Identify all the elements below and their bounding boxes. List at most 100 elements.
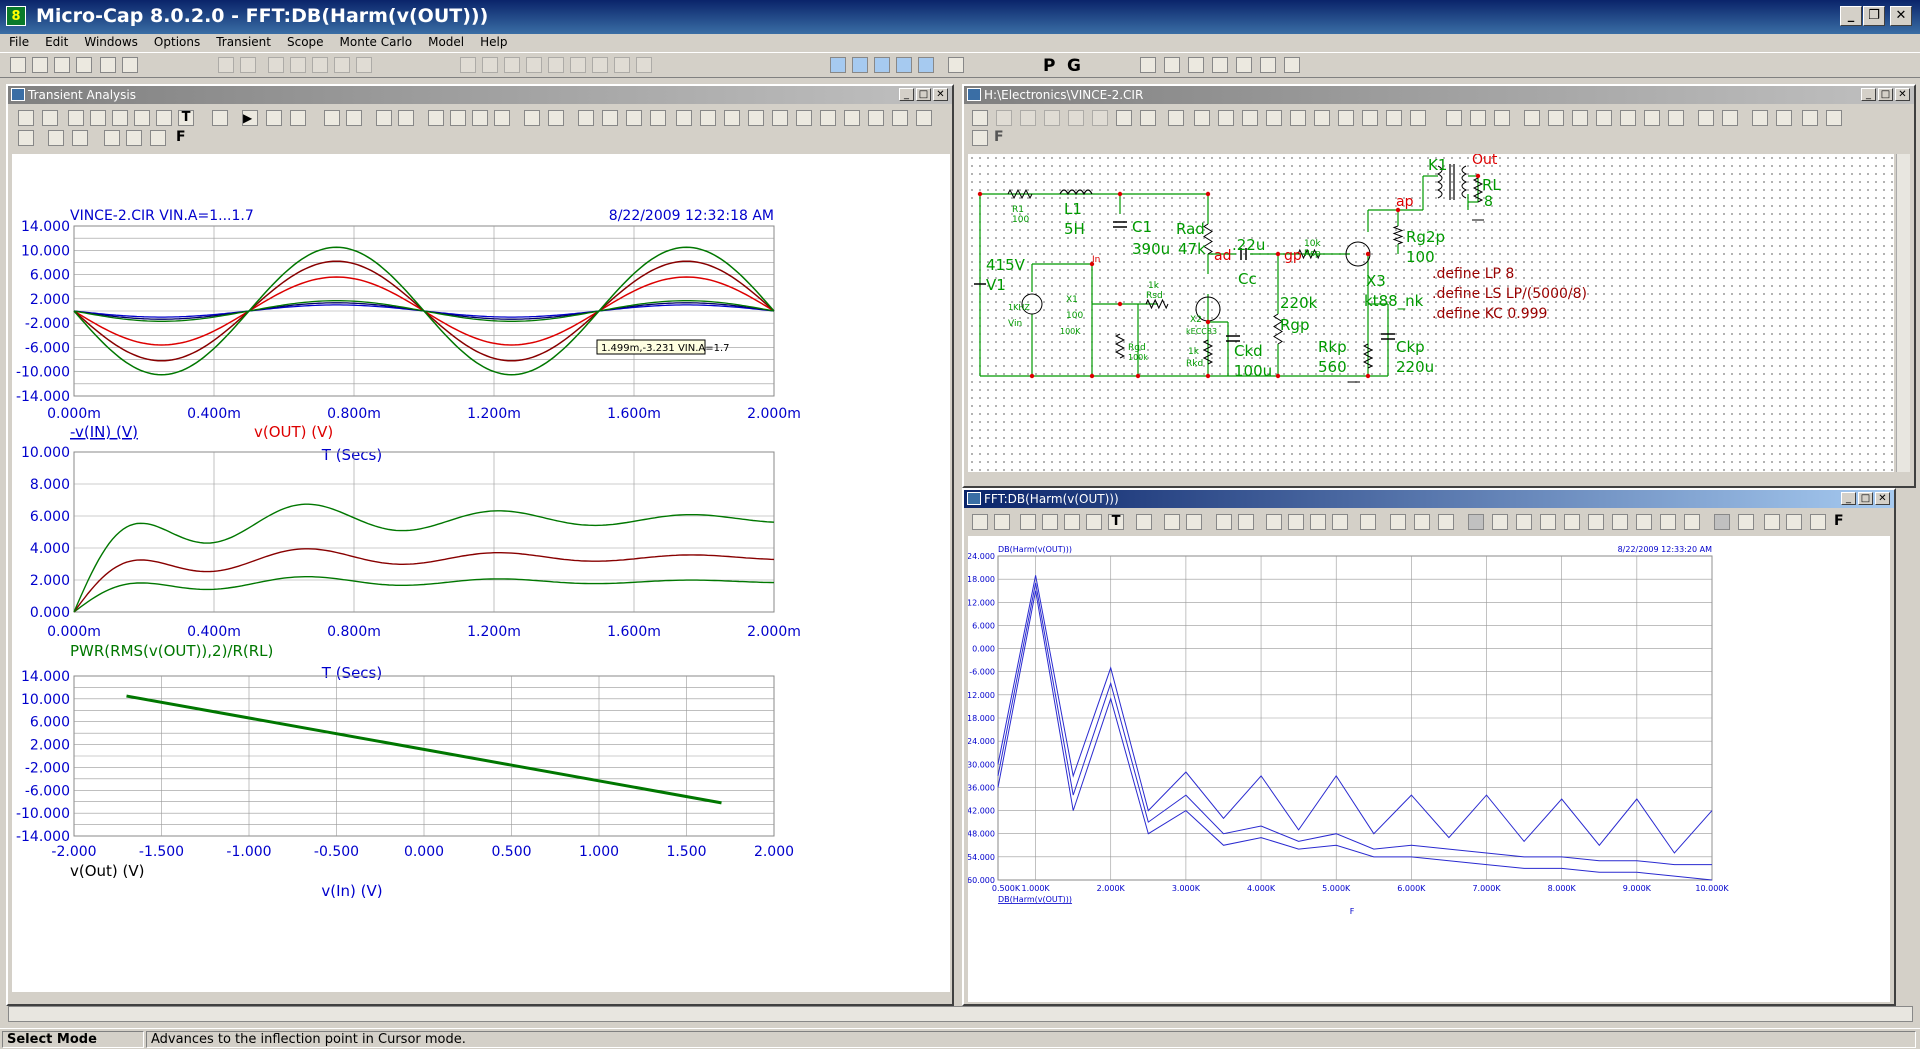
font-icon[interactable]: F — [1834, 513, 1844, 529]
next-low-icon[interactable] — [650, 110, 666, 126]
layout2-icon[interactable] — [450, 110, 466, 126]
diagonal-wire-icon[interactable] — [1068, 110, 1084, 126]
box-icon[interactable] — [1216, 514, 1232, 530]
tag-vertical-icon[interactable] — [1086, 514, 1102, 530]
copy-icon[interactable] — [290, 57, 306, 73]
next-peak-icon[interactable] — [578, 110, 594, 126]
arrow-line-icon[interactable] — [346, 110, 362, 126]
tag-icon[interactable] — [1042, 514, 1058, 530]
properties-icon[interactable] — [1136, 514, 1152, 530]
next-peak-icon[interactable] — [1390, 514, 1406, 530]
run-icon[interactable]: ▶ — [242, 110, 258, 126]
open-file-icon[interactable] — [32, 57, 48, 73]
tag-point-icon[interactable] — [1064, 514, 1080, 530]
resistor-icon[interactable] — [482, 57, 498, 73]
help-icon[interactable] — [1168, 110, 1184, 126]
slope-icon[interactable] — [1540, 514, 1556, 530]
power-icon[interactable] — [1290, 110, 1306, 126]
fft-plot-area[interactable]: 24.000 18.000 12.000 6.000 0.000 -6.000 -12.00… — [964, 536, 1890, 1002]
diode-icon[interactable] — [548, 57, 564, 73]
go-x-icon[interactable] — [820, 110, 836, 126]
slope-icon[interactable] — [748, 110, 764, 126]
global-low-icon[interactable] — [1516, 514, 1532, 530]
line-icon[interactable] — [1164, 514, 1180, 530]
transient-plot-area[interactable]: 14.000 10.000 6.000 2.000 -2.000 -6.000 -10.00… — [12, 154, 950, 992]
peak-icon[interactable] — [868, 110, 884, 126]
cascade-icon[interactable] — [874, 57, 890, 73]
tag-icon[interactable] — [90, 110, 106, 126]
tile-vertical-icon[interactable] — [852, 57, 868, 73]
back-icon[interactable] — [1776, 110, 1792, 126]
properties-icon[interactable] — [212, 110, 228, 126]
tag-vertical-icon[interactable] — [134, 110, 150, 126]
layout4-icon[interactable] — [494, 110, 510, 126]
text-mode-icon[interactable] — [1260, 57, 1276, 73]
maximize-button[interactable]: □ — [1858, 492, 1873, 505]
pin-connections-icon[interactable] — [1338, 110, 1354, 126]
peak-icon[interactable] — [1660, 514, 1676, 530]
menu-transient[interactable]: Transient — [207, 34, 278, 49]
step-icon[interactable] — [1644, 110, 1660, 126]
title-icon[interactable] — [1470, 110, 1486, 126]
monitor-icon[interactable] — [1236, 57, 1252, 73]
select-mode-icon[interactable] — [972, 514, 988, 530]
global-high-icon[interactable] — [700, 110, 716, 126]
scale-icon[interactable] — [994, 514, 1010, 530]
tokens-icon[interactable] — [1738, 514, 1754, 530]
transistor-icon[interactable] — [636, 57, 652, 73]
line-icon[interactable] — [324, 110, 340, 126]
bottom-icon[interactable] — [1588, 514, 1604, 530]
grid-toggle-icon[interactable] — [1238, 514, 1254, 530]
arrow-icon[interactable] — [614, 57, 630, 73]
next-high-icon[interactable] — [1438, 514, 1454, 530]
point-tag-icon[interactable] — [18, 130, 34, 146]
restore-button[interactable]: ❐ — [1863, 6, 1885, 26]
global-low-icon[interactable] — [724, 110, 740, 126]
menu-scope[interactable]: Scope — [278, 34, 331, 49]
node-voltage-icon[interactable] — [1242, 110, 1258, 126]
graph-icon[interactable] — [68, 110, 84, 126]
layout1-icon[interactable] — [1266, 514, 1282, 530]
settings-icon[interactable] — [972, 130, 988, 146]
node-text-icon[interactable] — [1194, 110, 1210, 126]
go-to-page-icon[interactable] — [1752, 110, 1768, 126]
wire-mode-icon[interactable] — [1044, 110, 1060, 126]
graph-icon[interactable] — [1020, 514, 1036, 530]
inflection-icon[interactable] — [676, 110, 692, 126]
close-button[interactable]: ✕ — [1890, 6, 1912, 26]
minimize-button[interactable]: _ — [1861, 88, 1876, 101]
font-icon[interactable]: F — [176, 129, 186, 145]
zoom-in-icon[interactable] — [104, 130, 120, 146]
save-all-icon[interactable] — [76, 57, 92, 73]
cursor-icon[interactable] — [548, 110, 564, 126]
grid-snap-icon[interactable] — [1494, 110, 1510, 126]
zoom-in-icon[interactable] — [1764, 514, 1780, 530]
mirror-icon[interactable] — [1620, 110, 1636, 126]
text-mode-icon[interactable] — [1020, 110, 1036, 126]
stop-icon[interactable] — [266, 110, 282, 126]
battery-icon[interactable] — [570, 57, 586, 73]
point-tag-icon[interactable] — [1714, 514, 1730, 530]
select-mode-icon[interactable] — [18, 110, 34, 126]
maximize-button[interactable]: □ — [1878, 88, 1893, 101]
save-icon[interactable] — [54, 57, 70, 73]
menu-options[interactable]: Options — [145, 34, 207, 49]
menu-monte-carlo[interactable]: Monte Carlo — [331, 34, 420, 49]
opamp-icon[interactable] — [592, 57, 608, 73]
layout2-icon[interactable] — [1288, 514, 1304, 530]
font-icon[interactable]: F — [994, 129, 1004, 145]
border-icon[interactable] — [1446, 110, 1462, 126]
bottom-icon[interactable] — [796, 110, 812, 126]
calculator-icon[interactable] — [948, 57, 964, 73]
minimize-button[interactable]: _ — [899, 88, 914, 101]
scale-settings-icon[interactable] — [1810, 514, 1826, 530]
info-icon[interactable] — [1212, 57, 1228, 73]
close-button[interactable]: ✕ — [933, 88, 948, 101]
info-icon[interactable] — [1140, 110, 1156, 126]
grid-toggle-icon[interactable] — [398, 110, 414, 126]
g-button[interactable]: G — [1067, 56, 1081, 76]
box-icon[interactable] — [376, 110, 392, 126]
tag-point-icon[interactable] — [112, 110, 128, 126]
add-page-icon[interactable] — [1698, 110, 1714, 126]
flip-y-icon[interactable] — [1572, 110, 1588, 126]
